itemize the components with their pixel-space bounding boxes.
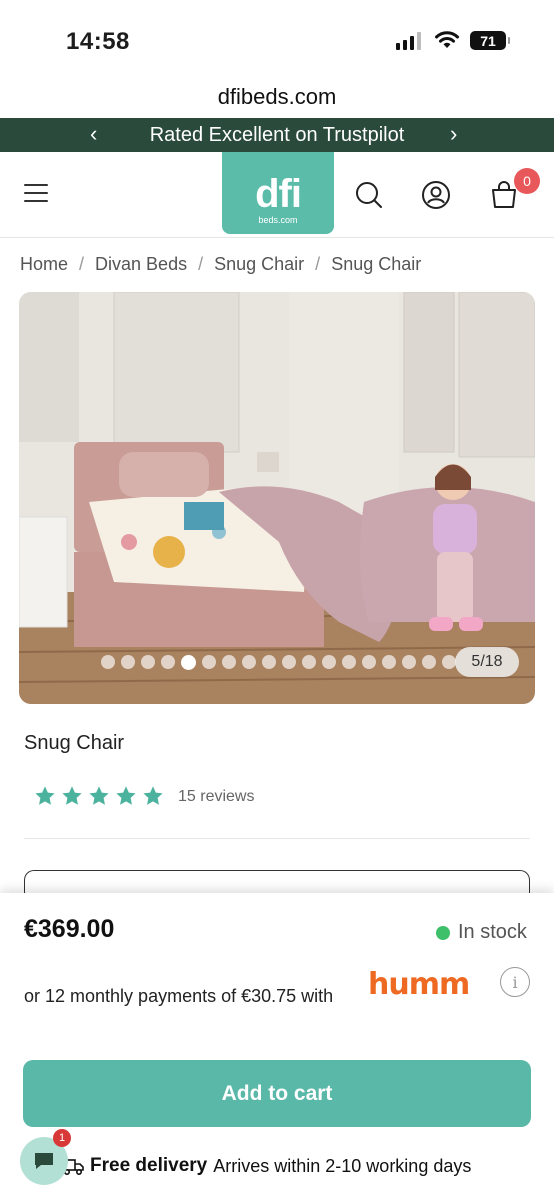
stock-status: In stock [436,921,527,944]
star-icon [89,786,109,805]
gallery-dot[interactable] [121,655,135,669]
info-icon[interactable]: i [500,967,530,997]
star-icon [62,786,82,805]
breadcrumb: Home / Divan Beds / Snug Chair / Snug Ch… [20,254,421,275]
gallery-dot[interactable] [181,654,196,670]
gallery-dot[interactable] [342,655,356,669]
breadcrumb-current: Snug Chair [331,254,422,274]
breadcrumb-divan-beds[interactable]: Divan Beds [95,254,187,275]
gallery-dot[interactable] [222,655,236,669]
star-icon [35,786,55,805]
gallery-dot[interactable] [382,655,396,669]
signal-icon [396,32,421,50]
product-photo [19,292,535,704]
breadcrumb-snug-chair[interactable]: Snug Chair [214,254,304,275]
delivery-info: Free delivery Arrives within 2-10 workin… [62,1155,471,1177]
gallery-dot[interactable] [442,655,456,669]
gallery-dot[interactable] [202,655,216,669]
gallery-dot[interactable] [262,655,276,669]
browser-url[interactable]: dfibeds.com [0,84,554,110]
cart-count-badge: 0 [514,168,540,194]
gallery-dot[interactable] [362,655,376,669]
hamburger-icon[interactable] [24,184,48,204]
chat-icon [35,1153,53,1169]
chevron-left-icon[interactable]: ‹ [90,121,97,147]
chevron-right-icon[interactable]: › [450,121,457,147]
gallery-dot[interactable] [161,655,175,669]
divider [24,838,530,839]
chat-badge: 1 [53,1129,71,1147]
site-header: dfi beds.com [0,152,554,238]
star-icon [116,786,136,805]
product-title: Snug Chair [24,732,125,754]
gallery-dot[interactable] [322,655,336,669]
gallery-dots [101,654,456,670]
breadcrumb-separator: / [315,254,321,274]
status-time: 14:58 [66,28,130,55]
product-price: €369.00 [24,915,115,943]
add-to-cart-button[interactable]: Add to cart [23,1060,531,1127]
promo-text[interactable]: Rated Excellent on Trustpilot [150,124,405,147]
delivery-label: Free delivery [90,1155,208,1176]
gallery-dot[interactable] [282,655,296,669]
humm-logo-text: humm [368,967,470,1002]
logo[interactable]: dfi beds.com [222,152,334,234]
gallery-dot[interactable] [242,655,256,669]
gallery-dot[interactable] [402,655,416,669]
breadcrumb-home[interactable]: Home [20,254,68,275]
delivery-time: Arrives within 2-10 working days [213,1155,472,1176]
monthly-payment-text: or 12 monthly payments of €30.75 with [24,986,334,1006]
battery-icon: 71 [470,31,510,50]
review-count[interactable]: 15 reviews [178,788,254,806]
breadcrumb-separator: / [198,254,204,274]
rating-stars[interactable] [34,785,164,807]
gallery-dot[interactable] [422,655,436,669]
star-icon [143,786,163,805]
status-bar: 14:58 71 [0,0,554,80]
gallery-dot[interactable] [302,655,316,669]
wifi-icon [435,31,459,48]
promo-bar: ‹ Rated Excellent on Trustpilot › [0,118,554,152]
breadcrumb-separator: / [79,254,85,274]
user-icon[interactable] [421,180,451,210]
humm-logo: humm [368,967,470,1002]
search-icon[interactable] [354,180,384,210]
logo-subtext: beds.com [258,215,298,225]
gallery-counter: 5/18 [455,647,519,677]
logo-text: dfi [255,172,302,216]
gallery-dot[interactable] [101,655,115,669]
stock-dot-icon [436,925,450,940]
sticky-purchase-panel: €369.00 In stock or 12 monthly payments … [0,893,554,1200]
stock-label: In stock [458,921,527,943]
gallery-dot[interactable] [141,655,155,669]
product-image[interactable]: 5/18 [19,292,535,704]
